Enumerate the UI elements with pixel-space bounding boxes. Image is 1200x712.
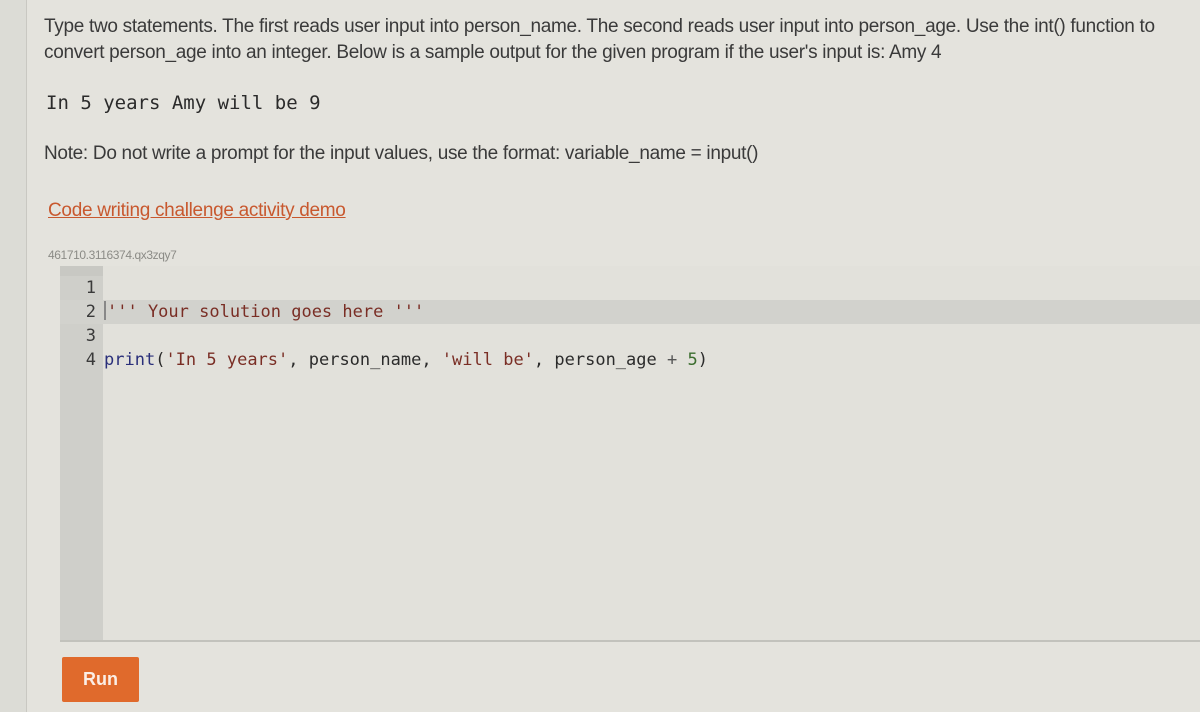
code-editor[interactable]: 1 2 ''' Your solution goes here ''' 3 4 print… [60, 266, 1200, 642]
line-number: 2 [85, 302, 96, 322]
code-token-id: , person_age [533, 350, 667, 370]
code-line[interactable]: 3 [60, 324, 1200, 348]
gutter-header [60, 266, 103, 276]
code-token-id [677, 350, 687, 370]
line-number: 4 [85, 350, 96, 370]
sample-output: In 5 years Amy will be 9 [46, 92, 321, 114]
text-cursor [104, 301, 106, 320]
code-line[interactable]: 2 ''' Your solution goes here ''' [60, 300, 1200, 324]
input-format-note: Note: Do not write a prompt for the inpu… [44, 143, 759, 164]
activity-id: 461710.3116374.qx3zqy7 [48, 248, 177, 262]
line-number: 3 [85, 326, 96, 346]
code-line[interactable]: 1 [60, 276, 1200, 300]
code-area[interactable]: 1 2 ''' Your solution goes here ''' 3 4 print… [60, 276, 1200, 372]
activity-page: Type two statements. The first reads use… [26, 0, 1200, 712]
code-token-num: 5 [687, 350, 698, 370]
code-token-op: + [666, 350, 678, 370]
run-button[interactable]: Run [62, 657, 139, 702]
code-line[interactable]: 4 print('In 5 years', person_name, 'will … [60, 348, 1200, 372]
line-content[interactable]: ''' Your solution goes here ''' [104, 300, 424, 324]
code-token-str: 'In 5 years' [165, 350, 289, 370]
code-token-str: ''' Your solution goes here ''' [107, 302, 425, 322]
problem-prompt: Type two statements. The first reads use… [44, 16, 1155, 63]
line-content[interactable]: print('In 5 years', person_name, 'will b… [104, 348, 708, 372]
line-number: 1 [85, 278, 96, 298]
code-token-id: ) [697, 350, 708, 370]
demo-link[interactable]: Code writing challenge activity demo [48, 200, 346, 222]
code-token-str: 'will be' [441, 350, 534, 370]
code-token-id: ( [155, 350, 166, 370]
code-token-id: , person_name, [288, 350, 442, 370]
code-token-kw: print [104, 350, 156, 370]
